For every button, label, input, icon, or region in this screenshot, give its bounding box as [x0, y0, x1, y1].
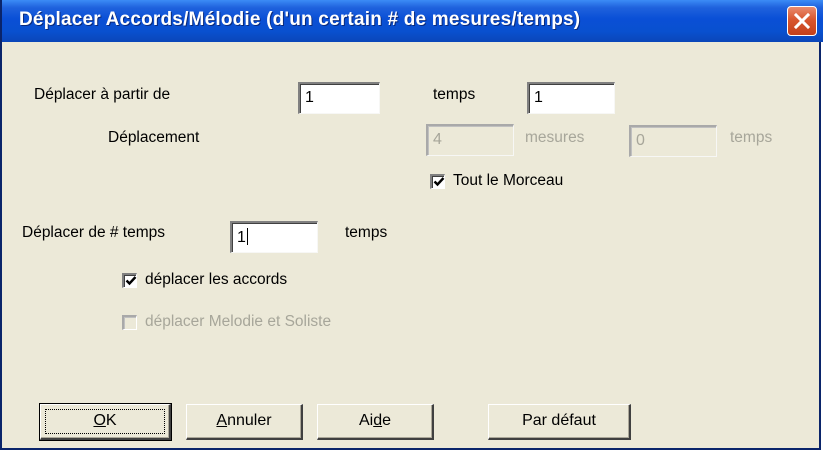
- move-chords-label: déplacer les accords: [145, 271, 288, 288]
- whole-song-label: Tout le Morceau: [453, 172, 564, 189]
- shift-beats-value: 1: [237, 229, 246, 246]
- shift-beats-unit: temps: [345, 224, 388, 241]
- cancel-mnemonic: A: [216, 412, 228, 429]
- move-chords-checkbox[interactable]: [122, 273, 137, 288]
- shift-beats-input[interactable]: 1: [230, 221, 318, 253]
- help-mnemonic: d: [373, 412, 383, 429]
- displacement-beats-input[interactable]: 0: [629, 125, 717, 157]
- displacement-label: Déplacement: [108, 129, 200, 146]
- dialog-title: Déplacer Accords/Mélodie (d'un certain #…: [19, 9, 581, 30]
- close-icon: [793, 12, 811, 30]
- from-bar-value: 1: [305, 89, 314, 106]
- whole-song-checkbox[interactable]: [430, 174, 445, 189]
- displacement-beats-label: temps: [730, 129, 773, 146]
- move-chords-melody-dialog: Déplacer Accords/Mélodie (d'un certain #…: [0, 0, 823, 450]
- displacement-beats-value: 0: [636, 132, 645, 149]
- text-cursor: [246, 228, 248, 245]
- displacement-bars-value: 4: [433, 131, 442, 148]
- cancel-button[interactable]: Annuler: [186, 404, 303, 440]
- default-button[interactable]: Par défaut: [488, 404, 631, 440]
- close-button[interactable]: [787, 6, 817, 36]
- shift-beats-label: Déplacer de # temps: [22, 224, 166, 241]
- from-beat-value: 1: [534, 89, 543, 106]
- from-bar-input[interactable]: 1: [298, 82, 380, 114]
- title-bar[interactable]: Déplacer Accords/Mélodie (d'un certain #…: [2, 0, 823, 42]
- from-beat-input[interactable]: 1: [527, 82, 615, 114]
- checkmark-icon: [433, 177, 445, 187]
- help-label-start: Ai: [358, 412, 374, 429]
- default-label: Par défaut: [522, 412, 596, 429]
- displacement-bars-label: mesures: [525, 129, 585, 146]
- from-label: Déplacer à partir de: [34, 86, 171, 103]
- from-beat-label: temps: [433, 86, 476, 103]
- ok-button[interactable]: OK: [39, 403, 172, 441]
- help-button[interactable]: Aide: [317, 404, 434, 440]
- move-melody-label: déplacer Melodie et Soliste: [145, 313, 332, 330]
- checkmark-icon: [125, 276, 137, 286]
- cancel-label: nnuler: [227, 412, 272, 429]
- displacement-bars-input[interactable]: 4: [426, 124, 514, 156]
- move-melody-checkbox[interactable]: [122, 315, 137, 330]
- help-label-end: e: [382, 412, 392, 429]
- focus-ring: [45, 409, 165, 434]
